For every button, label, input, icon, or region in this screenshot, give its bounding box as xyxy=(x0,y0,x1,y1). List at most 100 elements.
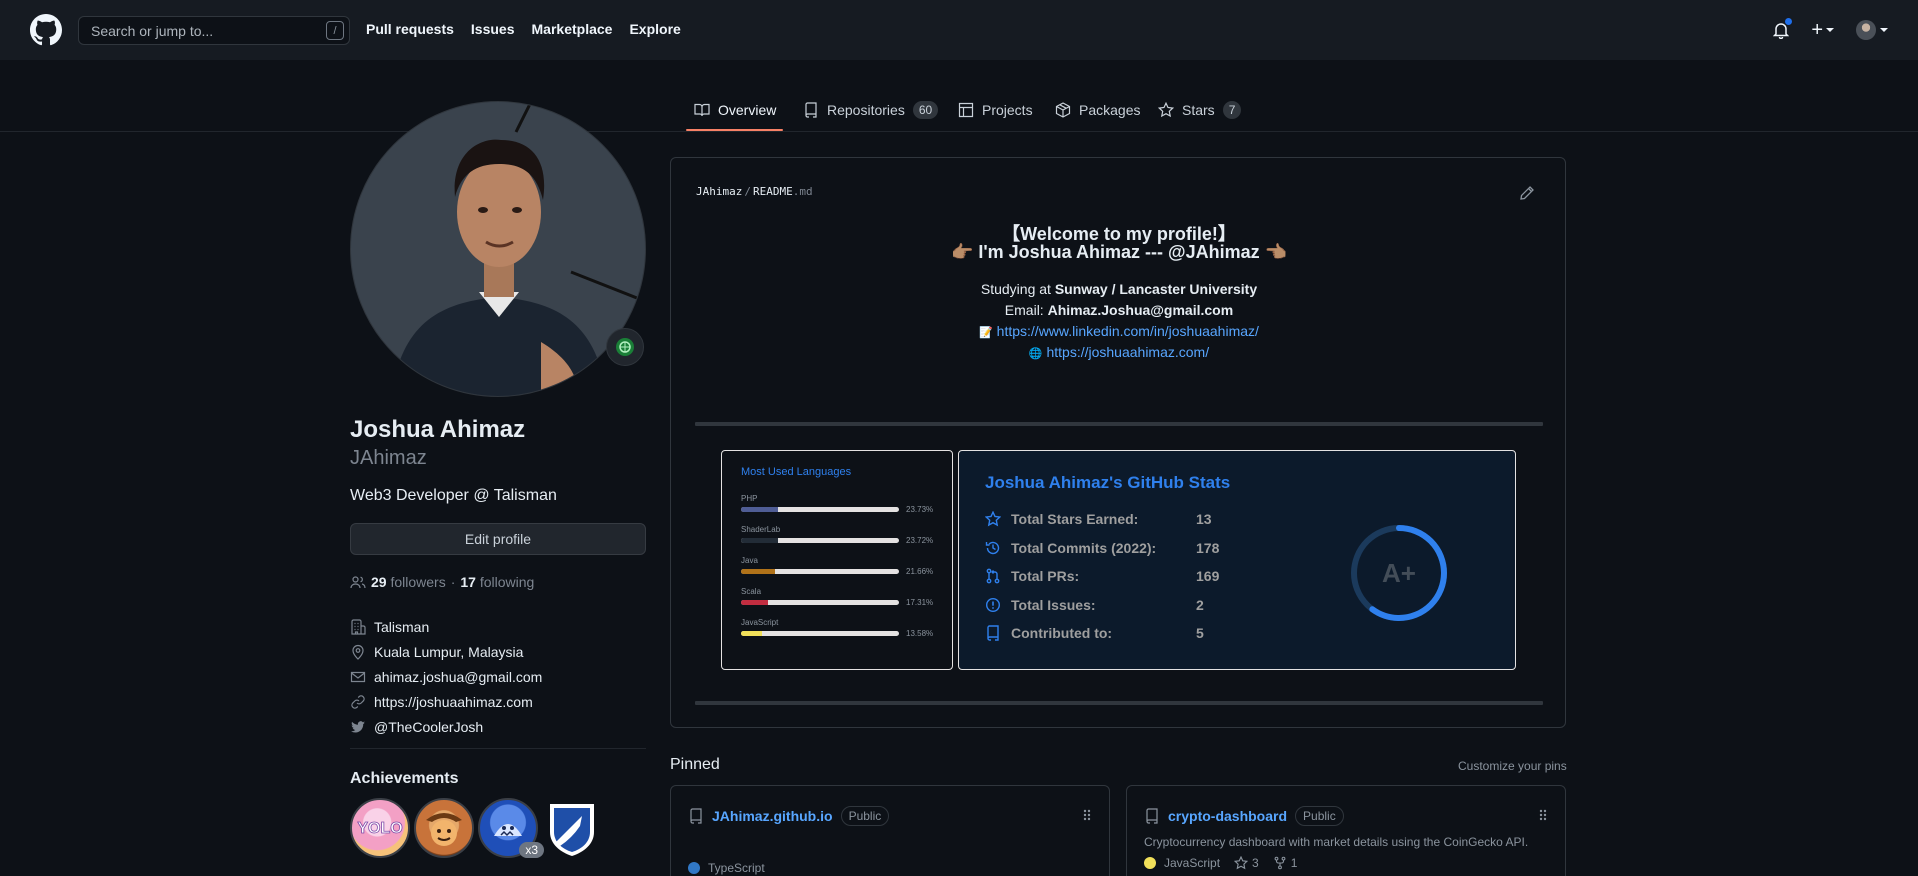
nav-pull-requests[interactable]: Pull requests xyxy=(366,21,454,37)
drag-handle-icon[interactable] xyxy=(1538,808,1548,822)
website-row: https://joshuaahimaz.com xyxy=(350,689,542,714)
customize-pins-link[interactable]: Customize your pins xyxy=(1458,759,1567,773)
site-link[interactable]: https://joshuaahimaz.com/ xyxy=(1046,344,1209,360)
tab-stars[interactable]: Stars 7 xyxy=(1158,99,1242,121)
achievements-heading: Achievements xyxy=(350,770,459,787)
language-name: JavaScript xyxy=(1164,856,1221,870)
yolo-badge-icon[interactable]: YOLO xyxy=(350,798,410,858)
pin-header: JAhimaz.github.io Public xyxy=(688,806,890,826)
linkedin-link[interactable]: https://www.linkedin.com/in/joshuaahimaz… xyxy=(997,323,1259,339)
create-new-menu[interactable]: + xyxy=(1811,20,1834,40)
grade-text: A+ xyxy=(1382,558,1416,588)
star-icon xyxy=(1158,102,1174,118)
followers-label: followers xyxy=(390,574,446,590)
github-logo-icon[interactable] xyxy=(30,14,62,46)
readme-linkedin-line: 📝 https://www.linkedin.com/in/joshuaahim… xyxy=(671,323,1567,339)
user-menu[interactable] xyxy=(1856,20,1888,40)
language-progress-fill xyxy=(741,538,779,543)
language-progress-bar xyxy=(741,569,899,574)
yolo-text-icon: YOLO xyxy=(357,820,403,838)
drag-handle-icon[interactable] xyxy=(1082,808,1092,822)
most-used-languages-card[interactable]: Most Used Languages PHP 23.73% ShaderLab 23… xyxy=(721,450,953,670)
language-bar-wrap: 23.72% xyxy=(741,536,941,545)
pinned-heading: Pinned xyxy=(670,756,720,773)
star-icon xyxy=(1234,856,1249,870)
readme-file-link[interactable]: README.md xyxy=(753,185,813,198)
twitter-icon xyxy=(351,720,365,732)
profile-avatar[interactable] xyxy=(350,101,646,397)
repo-stars-link[interactable]: 3 xyxy=(1234,856,1259,870)
tab-packages[interactable]: Packages xyxy=(1055,99,1140,121)
tab-projects[interactable]: Projects xyxy=(958,99,1033,121)
stat-label: Total Commits (2022): xyxy=(1011,539,1157,556)
website-link[interactable]: https://joshuaahimaz.com xyxy=(374,694,533,710)
achievements-list: YOLO x3 xyxy=(350,798,602,858)
star-icon xyxy=(985,511,1001,527)
svg-text:YOLO: YOLO xyxy=(357,820,402,837)
status-emoji-button[interactable] xyxy=(606,328,644,366)
path-separator: / xyxy=(744,185,751,198)
stat-label: Total Issues: xyxy=(1011,596,1096,613)
language-row: ShaderLab 23.72% xyxy=(741,525,941,545)
profile-tabs xyxy=(0,60,1918,132)
language-progress-bar xyxy=(741,600,899,605)
memo-icon: 📝 xyxy=(979,327,993,339)
location-text: Kuala Lumpur, Malaysia xyxy=(374,643,524,660)
studying-prefix: Studying at xyxy=(980,281,1055,297)
language-color-dot xyxy=(1144,857,1156,869)
tab-overview[interactable]: Overview xyxy=(694,99,776,121)
repo-language: JavaScript xyxy=(1144,856,1220,870)
nav-issues[interactable]: Issues xyxy=(471,21,515,37)
language-progress-fill xyxy=(741,631,763,636)
nav-marketplace[interactable]: Marketplace xyxy=(532,21,613,37)
edit-profile-button[interactable]: Edit profile xyxy=(350,523,646,555)
nav-explore[interactable]: Explore xyxy=(629,21,680,37)
followers-link[interactable]: 29 followers xyxy=(371,574,446,590)
language-name: JavaScript xyxy=(741,618,779,627)
arctic-vault-badge-icon[interactable] xyxy=(542,798,602,858)
languages-card-title: Most Used Languages xyxy=(741,466,852,478)
language-row: JavaScript 13.58% xyxy=(741,618,941,638)
pencil-icon[interactable] xyxy=(1519,185,1535,201)
pinned-repo-card: JAhimaz.github.io Public TypeScript xyxy=(670,785,1110,876)
people-icon xyxy=(350,576,366,589)
search-input[interactable] xyxy=(91,22,337,39)
language-progress-fill xyxy=(741,507,779,512)
language-progress-fill xyxy=(741,600,769,605)
email-link[interactable]: ahimaz.joshua@gmail.com xyxy=(374,669,542,685)
stat-row: Total Stars Earned: 13 xyxy=(985,509,1212,529)
language-name: Scala xyxy=(741,587,762,596)
readme-studying-line: Studying at Sunway / Lancaster Universit… xyxy=(671,281,1567,297)
followers-count: 29 xyxy=(371,574,387,590)
tab-repositories[interactable]: Repositories 60 xyxy=(803,99,939,121)
following-link[interactable]: 17 following xyxy=(460,574,534,590)
quickdraw-badge-icon[interactable] xyxy=(414,798,474,858)
repo-forks-link[interactable]: 1 xyxy=(1273,856,1297,870)
pull-shark-badge-icon[interactable]: x3 xyxy=(478,798,544,858)
organization-icon xyxy=(351,618,366,635)
table-icon xyxy=(958,102,974,118)
stat-label: Contributed to: xyxy=(1011,625,1113,641)
github-stats-card[interactable]: Joshua Ahimaz's GitHub Stats Total Stars… xyxy=(958,450,1516,670)
profile-username: JAhimaz xyxy=(350,447,427,469)
email-row: ahimaz.joshua@gmail.com xyxy=(350,664,542,689)
notifications-button[interactable] xyxy=(1773,17,1794,40)
language-percent: 21.66% xyxy=(906,567,934,576)
twitter-link[interactable]: @TheCoolerJosh xyxy=(374,719,483,735)
repo-icon xyxy=(805,102,817,118)
language-bar-wrap: 23.73% xyxy=(741,505,941,514)
search-box[interactable]: / xyxy=(78,16,350,45)
repo-name-link[interactable]: crypto-dashboard xyxy=(1168,808,1287,824)
language-progress-bar xyxy=(741,631,899,636)
repo-icon xyxy=(690,808,702,824)
divider xyxy=(350,748,646,749)
company-text: Talisman xyxy=(374,618,430,635)
stats-card-title: Joshua Ahimaz's GitHub Stats xyxy=(985,473,1231,492)
notification-indicator xyxy=(1784,17,1794,26)
top-header: / Pull requests Issues Marketplace Explo… xyxy=(0,0,1918,60)
readme-owner-link[interactable]: JAhimaz xyxy=(696,185,742,198)
avatar-photo xyxy=(351,102,645,396)
language-color-dot xyxy=(688,862,700,874)
stat-row: Total Commits (2022): 178 xyxy=(985,538,1219,558)
repo-name-link[interactable]: JAhimaz.github.io xyxy=(712,808,833,824)
